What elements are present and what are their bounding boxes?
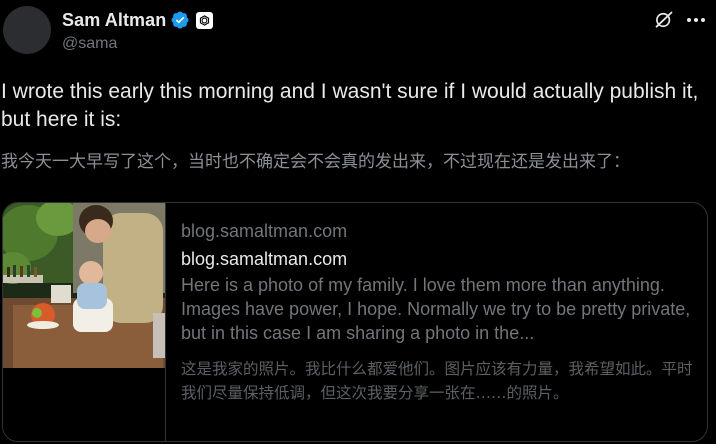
link-card-image[interactable] bbox=[3, 203, 165, 368]
link-card-description: Here is a photo of my family. I love the… bbox=[181, 275, 691, 343]
tweet-translation: 我今天一大早写了这个，当时也不确定会不会真的发出来，不过现在还是发出来了： bbox=[1, 152, 630, 172]
tweet-header: Sam Altman @sama bbox=[0, 0, 716, 70]
verified-badge-icon[interactable] bbox=[170, 10, 190, 30]
more-options-icon[interactable] bbox=[684, 10, 708, 30]
author-display-name[interactable]: Sam Altman bbox=[62, 10, 166, 31]
link-card-image-padding bbox=[3, 368, 165, 441]
author-handle[interactable]: @sama bbox=[62, 35, 117, 53]
link-card-body[interactable]: blog.samaltman.com blog.samaltman.com He… bbox=[181, 219, 701, 405]
tweet-page: Sam Altman @sama I wrote this early this… bbox=[0, 0, 716, 444]
link-card-description-translation: 这是我家的照片。我比什么都爱他们。图片应该有力量，我希望如此。平时我们尽量保持低… bbox=[181, 360, 693, 402]
author-name-row: Sam Altman bbox=[62, 9, 214, 31]
grok-icon[interactable] bbox=[654, 10, 674, 30]
avatar[interactable] bbox=[3, 6, 51, 54]
link-card-domain: blog.samaltman.com bbox=[181, 221, 348, 241]
link-card-title[interactable]: blog.samaltman.com bbox=[181, 247, 701, 271]
tweet-text: I wrote this early this morning and I wa… bbox=[1, 80, 699, 131]
link-card-divider bbox=[165, 203, 166, 441]
openai-logo-icon[interactable] bbox=[196, 11, 214, 29]
link-card[interactable]: blog.samaltman.com blog.samaltman.com He… bbox=[2, 202, 708, 442]
